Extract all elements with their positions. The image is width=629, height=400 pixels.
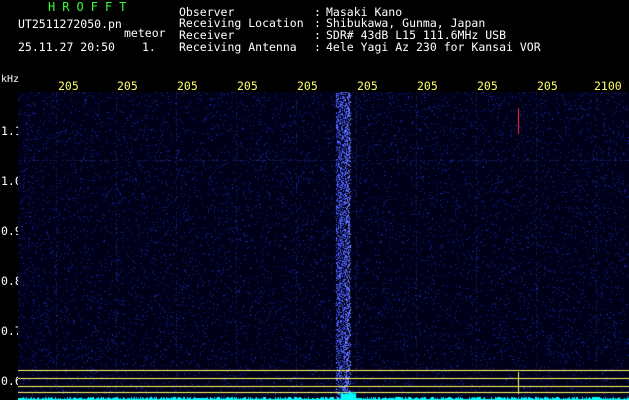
frame-number: 1.: [142, 40, 156, 54]
x-tick-label: 205: [297, 79, 318, 93]
x-tick-label: 205: [117, 79, 138, 93]
app-title: HROFFT: [48, 0, 134, 14]
x-tick-label: 205: [357, 79, 378, 93]
mode-label: meteor: [124, 26, 166, 40]
file-name: UT2511272050.pn: [18, 17, 122, 31]
y-axis-unit: kHz: [1, 74, 20, 85]
spectrogram-canvas[interactable]: [18, 92, 629, 400]
antenna-label: Receiving Antenna: [179, 40, 297, 54]
antenna-value: 4ele Yagi Az 230 for Kansai VOR: [326, 40, 541, 54]
x-tick-label: 205: [417, 79, 438, 93]
x-tick-label: 205: [477, 79, 498, 93]
x-tick-label: 205: [58, 79, 79, 93]
datetime: 25.11.27 20:50: [18, 40, 115, 54]
antenna-colon: :: [314, 40, 321, 54]
x-tick-label: 2100: [594, 79, 622, 93]
x-tick-label: 205: [177, 79, 198, 93]
x-tick-label: 205: [237, 79, 258, 93]
x-tick-label: 205: [537, 79, 558, 93]
